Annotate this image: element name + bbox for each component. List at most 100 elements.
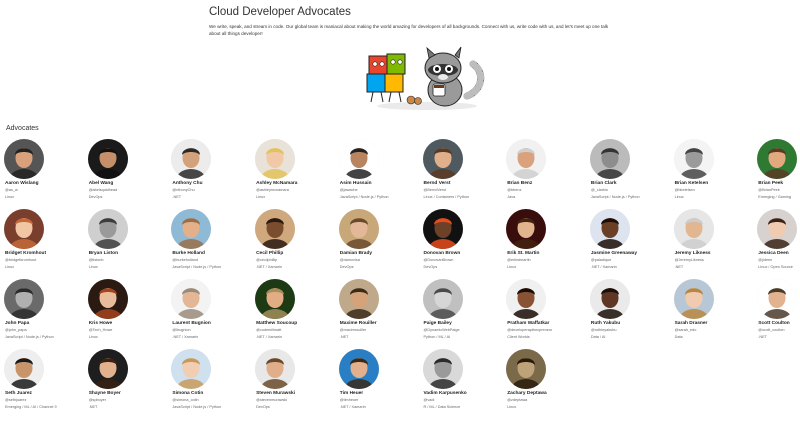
advocate-card[interactable]: Abel Wang @abelsquidhead DevOps <box>87 139 172 209</box>
advocate-handle[interactable]: @simona_cotin <box>172 398 198 402</box>
advocate-name[interactable]: Matthew Soucoup <box>256 321 297 326</box>
advocate-card[interactable]: Maxime Rouiller @maximrouiller .NET <box>338 279 423 349</box>
advocate-name[interactable]: Ruth Yakubu <box>591 321 620 326</box>
advocate-card[interactable]: Sarah Drasner @sarah_edo Data <box>673 279 758 349</box>
advocate-handle[interactable]: @john_papa <box>5 328 27 332</box>
advocate-handle[interactable]: @sarah_edo <box>675 328 697 332</box>
advocate-handle[interactable]: @zdeptawa <box>507 398 527 402</box>
advocate-card[interactable]: Paige Bailey @DynamicWebPaige Python / ML … <box>422 279 507 349</box>
advocate-handle[interactable]: @paladique <box>591 258 611 262</box>
advocate-handle[interactable]: @Tech_Howe <box>89 328 113 332</box>
advocate-handle[interactable]: @codemillmatt <box>256 328 281 332</box>
advocate-handle[interactable]: @bbenz <box>507 188 521 192</box>
advocate-handle[interactable]: @damovisa <box>340 258 360 262</box>
advocate-handle[interactable]: @cecilphillip <box>256 258 277 262</box>
advocate-card[interactable]: Bridget Kromhout @bridgetkromhout Linux <box>4 209 88 279</box>
advocate-name[interactable]: Shayne Boyer <box>89 391 121 396</box>
avatar[interactable] <box>673 279 714 319</box>
advocate-name[interactable]: Seth Juarez <box>5 391 32 396</box>
avatar[interactable] <box>506 279 547 319</box>
avatar[interactable] <box>757 279 798 319</box>
advocate-name[interactable]: Scott Coulton <box>758 321 789 326</box>
advocate-name[interactable]: Vadim Karpusenko <box>424 391 467 396</box>
advocate-name[interactable]: Brian Clark <box>591 181 617 186</box>
advocate-name[interactable]: Donovan Brown <box>424 251 461 256</box>
avatar[interactable] <box>338 209 379 249</box>
avatar[interactable] <box>255 139 296 179</box>
advocate-handle[interactable]: @sethjuarez <box>5 398 26 402</box>
advocate-handle[interactable]: @burkeholland <box>172 258 198 262</box>
avatar[interactable] <box>87 279 128 319</box>
advocate-card[interactable]: Scott Coulton @scott_coulton .NET <box>757 279 800 349</box>
advocate-name[interactable]: Erik St. Martin <box>507 251 539 256</box>
avatar[interactable] <box>673 139 714 179</box>
advocate-card[interactable]: Simona Cotin @simona_cotin JavaScript / No… <box>171 349 255 419</box>
advocate-handle[interactable]: @_clarkio <box>591 188 608 192</box>
advocate-name[interactable]: Kris Howe <box>89 321 112 326</box>
avatar[interactable] <box>87 139 128 179</box>
advocate-handle[interactable]: @timheuer <box>340 398 359 402</box>
advocate-handle[interactable]: @bketelsen <box>675 188 695 192</box>
avatar[interactable] <box>171 349 212 389</box>
advocate-card[interactable]: Shayne Boyer @spboyer .NET <box>87 349 172 419</box>
avatar[interactable] <box>506 209 547 249</box>
advocate-name[interactable]: Brian Peek <box>758 181 783 186</box>
avatar[interactable] <box>255 349 296 389</box>
advocate-card[interactable]: Matthew Soucoup @codemillmatt .NET / Xamar… <box>255 279 339 349</box>
avatar[interactable] <box>87 209 128 249</box>
advocate-card[interactable]: Brian Clark @_clarkio JavaScript / Node.js… <box>589 139 674 209</box>
advocate-name[interactable]: Damian Brady <box>340 251 372 256</box>
avatar[interactable] <box>171 279 212 319</box>
advocate-handle[interactable]: @developerapthecpreneur <box>507 328 552 332</box>
advocate-name[interactable]: Burke Holland <box>172 251 205 256</box>
advocate-handle[interactable]: @JeremyLikness <box>675 258 704 262</box>
advocate-card[interactable]: Vadim Karpusenko @vadi R / ML / Data Scien… <box>422 349 507 419</box>
advocate-name[interactable]: Brian Ketelsen <box>675 181 709 186</box>
advocate-handle[interactable]: @scott_coulton <box>758 328 784 332</box>
advocate-name[interactable]: Paige Bailey <box>424 321 452 326</box>
advocate-handle[interactable]: @jldeen <box>758 258 772 262</box>
avatar[interactable] <box>422 139 463 179</box>
advocate-name[interactable]: Bryan Liston <box>89 251 118 256</box>
advocate-name[interactable]: Ashley McNamara <box>256 181 297 186</box>
avatar[interactable] <box>171 209 212 249</box>
avatar[interactable] <box>338 279 379 319</box>
advocate-card[interactable]: John Papa @john_papa JavaScript / Node.js … <box>4 279 88 349</box>
advocate-card[interactable]: Asim Hussain @jawache JavaScript / Node.js… <box>338 139 423 209</box>
advocate-handle[interactable]: @bridgetkromhout <box>5 258 36 262</box>
avatar[interactable] <box>422 209 463 249</box>
advocate-name[interactable]: Anthony Chu <box>172 181 202 186</box>
advocate-handle[interactable]: @as_w <box>5 188 18 192</box>
advocate-handle[interactable]: @ashleymcnamara <box>256 188 289 192</box>
advocate-name[interactable]: Laurent Bugnion <box>172 321 210 326</box>
avatar[interactable] <box>589 279 630 319</box>
advocate-name[interactable]: Bridget Kromhout <box>5 251 46 256</box>
advocate-name[interactable]: Jeremy Likness <box>675 251 711 256</box>
avatar[interactable] <box>255 209 296 249</box>
advocate-card[interactable]: Zachary Deptawa @zdeptawa Linux <box>506 349 590 419</box>
avatar[interactable] <box>673 209 714 249</box>
advocate-card[interactable]: Laurent Bugnion @lbugnion .NET / Xamarin <box>171 279 255 349</box>
advocate-handle[interactable]: @listonb <box>89 258 104 262</box>
advocate-card[interactable]: Burke Holland @burkeholland JavaScript / N… <box>171 209 255 279</box>
advocate-name[interactable]: Abel Wang <box>89 181 114 186</box>
advocate-handle[interactable]: @stevenmurawski <box>256 398 287 402</box>
avatar[interactable] <box>757 209 798 249</box>
advocate-name[interactable]: Pratham Waffatkar <box>507 321 549 326</box>
advocate-handle[interactable]: @spboyer <box>89 398 106 402</box>
advocate-name[interactable]: Sarah Drasner <box>675 321 708 326</box>
advocate-name[interactable]: Maxime Rouiller <box>340 321 377 326</box>
advocate-card[interactable]: Jasmine Greenaway @paladique .NET / Xamari… <box>589 209 674 279</box>
advocate-handle[interactable]: @maximrouiller <box>340 328 366 332</box>
advocate-card[interactable]: Pratham Waffatkar @developerapthecpreneur… <box>506 279 590 349</box>
advocate-name[interactable]: Asim Hussain <box>340 181 372 186</box>
avatar[interactable] <box>4 279 44 319</box>
advocate-card[interactable]: Erik St. Martin @erikstmartin Linux <box>506 209 590 279</box>
advocate-name[interactable]: Simona Cotin <box>172 391 203 396</box>
advocate-card[interactable]: Bernd Verst @BerndVerst Linux / Containers… <box>422 139 507 209</box>
avatar[interactable] <box>589 209 630 249</box>
advocate-handle[interactable]: @BerndVerst <box>424 188 447 192</box>
advocate-card[interactable]: Brian Peek @BrianPeek Emerging / Gaming <box>757 139 800 209</box>
advocate-card[interactable]: Kris Howe @Tech_Howe Linux <box>87 279 172 349</box>
advocate-card[interactable]: Steven Murawski @stevenmurawski DevOps <box>255 349 339 419</box>
